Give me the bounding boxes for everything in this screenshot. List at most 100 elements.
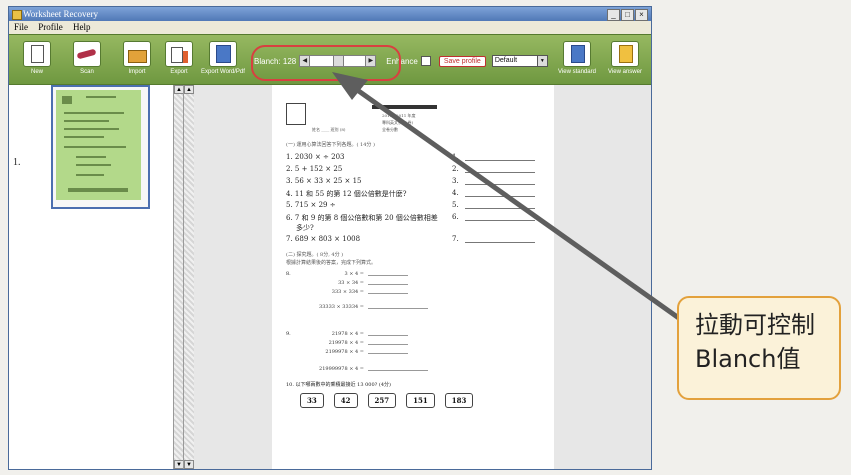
answer-choice[interactable]: 257	[367, 393, 397, 408]
answer-line: 6.	[452, 213, 535, 221]
math-expression: 21978 × 4 =	[331, 331, 364, 337]
page-thumbnail[interactable]	[51, 85, 150, 209]
answer-number: 2.	[452, 165, 459, 173]
thumbnail-line	[86, 96, 116, 98]
export-word-pdf-button[interactable]: Export Word/Pdf	[199, 41, 247, 75]
scan-button[interactable]: Scan	[63, 41, 111, 75]
answer-line: 3.	[452, 177, 535, 185]
answer-blank[interactable]	[368, 293, 408, 294]
document-view: 姓名 ____ 班別 (8) 2010 - 2011 年度 專科英文系(八卷) …	[194, 85, 651, 469]
thumbnail-line	[76, 156, 106, 158]
question-text: 56 × 33 × 25 × 15	[294, 177, 362, 185]
thumbnail-line	[64, 136, 104, 138]
answer-blank[interactable]	[368, 308, 428, 309]
question-row: 多少?	[296, 223, 314, 233]
school-logo-icon	[286, 103, 306, 125]
view-answer-button[interactable]: View answer	[601, 41, 649, 75]
question-number: 3.	[286, 177, 293, 185]
export-icon	[165, 41, 193, 67]
view-standard-label: View standard	[558, 69, 596, 75]
import-button[interactable]: Import	[113, 41, 161, 75]
new-document-icon	[23, 41, 51, 67]
answer-blank[interactable]	[464, 220, 535, 221]
answer-blank[interactable]	[368, 275, 408, 276]
answer-choice[interactable]: 42	[333, 393, 358, 408]
thumbnail-line	[76, 164, 111, 166]
worksheet-page: 姓名 ____ 班別 (8) 2010 - 2011 年度 專科英文系(八卷) …	[272, 85, 554, 469]
section-one-heading: (一) 運用心算法回答下列各題。( 14分 )	[286, 142, 375, 148]
thumbnail-line	[68, 188, 128, 192]
menu-file[interactable]: File	[14, 22, 28, 32]
toolbar: New Scan Import Export Export Word/Pdf B…	[9, 34, 651, 85]
question-text: 11 和 55 的第 12 個公倍數是什麼?	[294, 190, 407, 198]
thumbnail-logo	[62, 96, 72, 104]
question-row: 4. 11 和 55 的第 12 個公倍數是什麼?	[286, 189, 407, 199]
answer-blank[interactable]	[464, 242, 535, 243]
new-button[interactable]: New	[13, 41, 61, 75]
menu-bar: File Profile Help	[9, 21, 651, 33]
answer-choice[interactable]: 183	[444, 393, 474, 408]
callout-line-2: Blanch值	[695, 345, 801, 373]
maximize-button[interactable]: □	[621, 9, 634, 21]
profile-select-value: Default	[494, 57, 518, 64]
answer-blank[interactable]	[368, 284, 408, 285]
question-text: 5 + 152 × 25	[294, 165, 343, 173]
app-window: Worksheet Recovery _ □ × File Profile He…	[8, 6, 652, 470]
math-expression: 33333 × 33334 =	[319, 304, 364, 310]
answer-line: 4.	[452, 189, 535, 197]
window-controls: _ □ ×	[607, 9, 648, 21]
thumbnail-page-preview	[56, 90, 141, 200]
answer-choice[interactable]: 33	[300, 393, 324, 408]
answer-blank[interactable]	[464, 160, 535, 161]
answer-number: 7.	[452, 235, 459, 243]
blanch-highlight-circle	[251, 45, 401, 81]
save-profile-button[interactable]: Save profile	[438, 55, 486, 67]
answer-blank[interactable]	[368, 335, 408, 336]
question-number: 5.	[286, 201, 293, 209]
question-number: 8.	[286, 271, 291, 277]
callout-line-1: 拉動可控制	[695, 311, 815, 339]
scroll-up-arrow-icon[interactable]: ▲	[184, 85, 194, 94]
export-document-icon	[209, 41, 237, 67]
scroll-down-arrow-icon[interactable]: ▼	[184, 460, 194, 469]
question-number: 2.	[286, 165, 293, 173]
answer-blank[interactable]	[464, 208, 535, 209]
answer-blank[interactable]	[368, 353, 408, 354]
answer-choices: 33 42 257 151 183	[300, 393, 474, 408]
answer-blank[interactable]	[464, 184, 535, 185]
view-standard-button[interactable]: View standard	[553, 41, 601, 75]
question-number: 1.	[286, 153, 293, 161]
menu-profile[interactable]: Profile	[38, 22, 63, 32]
answer-choice[interactable]: 151	[406, 393, 435, 408]
answer-blank[interactable]	[464, 172, 535, 173]
answer-blank[interactable]	[368, 344, 408, 345]
worksheet-subject: 專科英文系(八卷)	[382, 120, 414, 125]
question-row: 5. 715 × 29 ÷	[286, 201, 336, 209]
answer-number: 3.	[452, 177, 459, 185]
close-button[interactable]: ×	[635, 9, 648, 21]
minimize-button[interactable]: _	[607, 9, 620, 21]
question-number: 6.	[286, 214, 293, 222]
math-expression: 219999978 × 4 =	[319, 366, 364, 372]
answer-blank[interactable]	[368, 370, 428, 371]
question-number: 7.	[286, 235, 293, 243]
export-button[interactable]: Export	[155, 41, 203, 75]
scanner-icon	[73, 41, 101, 67]
view-standard-icon	[563, 41, 591, 67]
window-title: Worksheet Recovery	[23, 9, 98, 19]
dropdown-arrow-icon[interactable]: ▼	[536, 56, 547, 66]
answer-blank[interactable]	[464, 196, 535, 197]
thumbnail-line	[64, 112, 124, 114]
profile-select[interactable]: Default ▼	[491, 55, 548, 67]
scan-button-label: Scan	[80, 69, 94, 75]
enhance-checkbox[interactable]	[420, 56, 431, 66]
thumbnail-line	[76, 174, 104, 176]
answer-line: 7.	[452, 235, 535, 243]
document-left-scrollbar[interactable]: ▲ ▼	[183, 85, 194, 469]
math-expression: 3 × 4 =	[344, 271, 364, 277]
question-row: 7. 689 × 803 × 1008	[286, 235, 360, 243]
callout-box: 拉動可控制 Blanch值	[677, 296, 841, 400]
answer-line: 2.	[452, 165, 535, 173]
menu-help[interactable]: Help	[73, 22, 91, 32]
question-text: 689 × 803 × 1008	[294, 235, 361, 243]
